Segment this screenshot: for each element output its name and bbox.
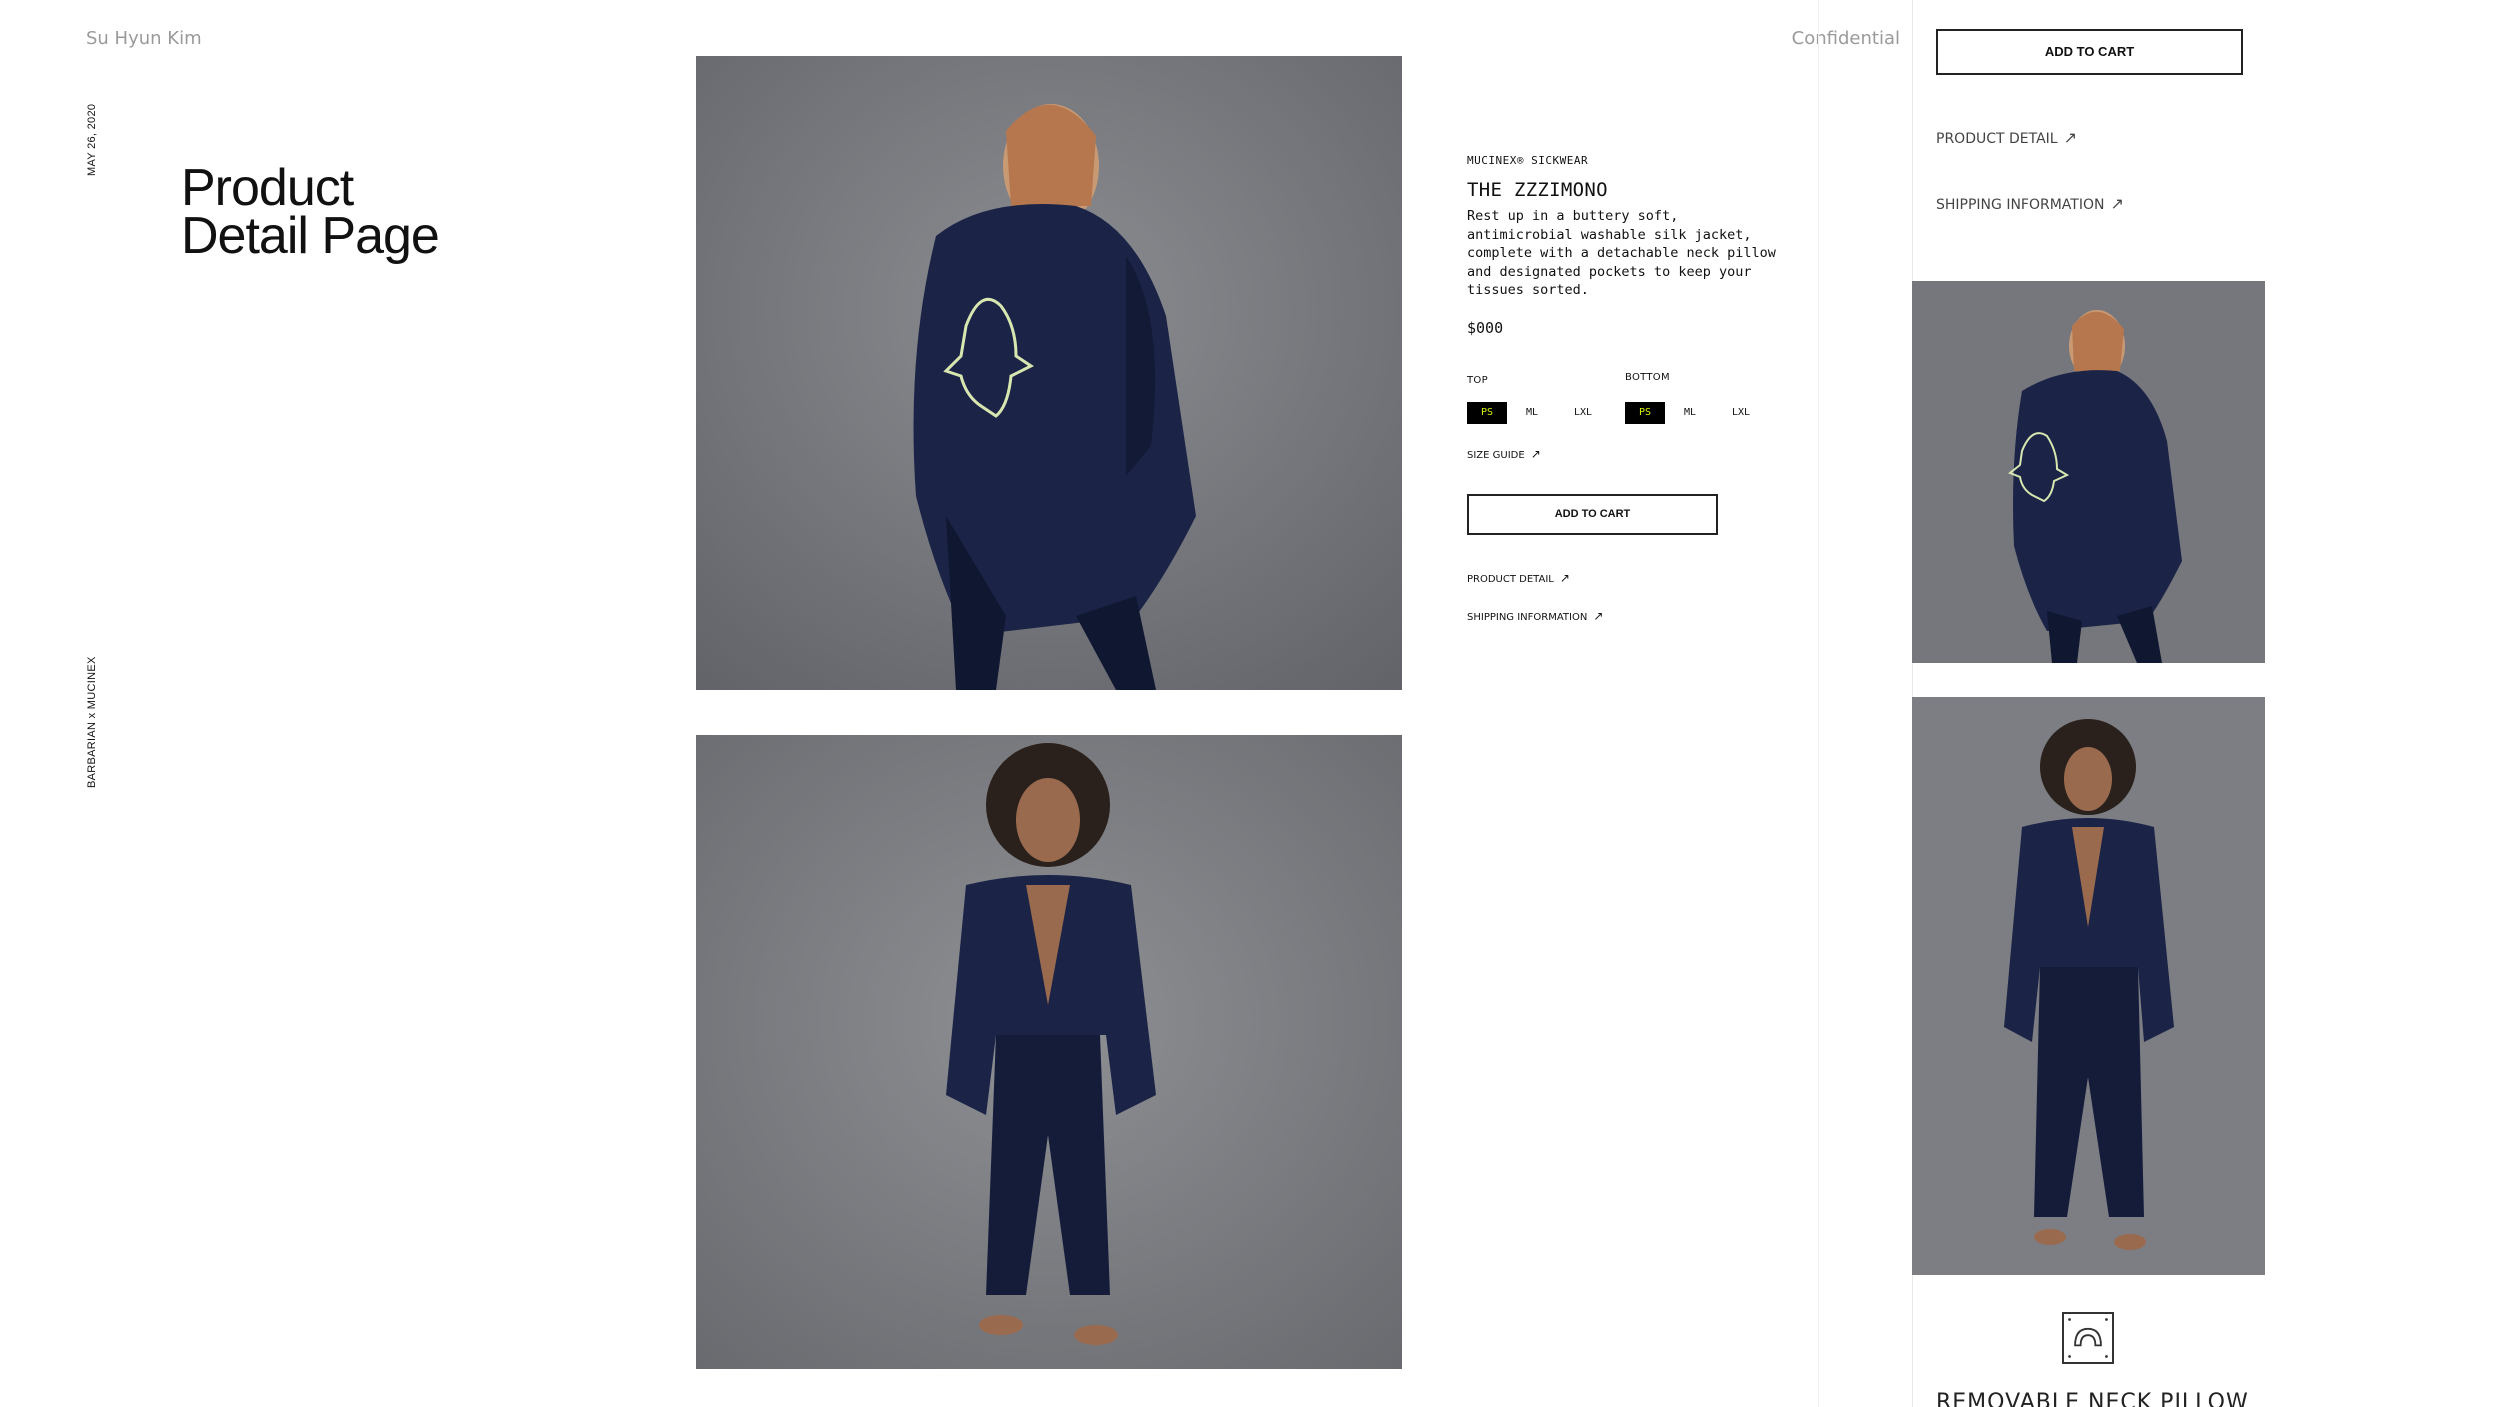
- shipping-information-link[interactable]: SHIPPING INFORMATION ↗: [1467, 609, 1603, 623]
- top-size-label: TOP: [1467, 375, 1488, 386]
- neck-pillow-icon: [2062, 1312, 2114, 1364]
- mobile-add-to-cart-button[interactable]: ADD TO CART: [1936, 29, 2243, 75]
- product-photo-front: [696, 735, 1402, 1369]
- mobile-shipping-information-label: SHIPPING INFORMATION: [1936, 197, 2105, 213]
- product-detail-link[interactable]: PRODUCT DETAIL ↗: [1467, 571, 1570, 585]
- add-to-cart-button[interactable]: ADD TO CART: [1467, 494, 1718, 535]
- author-name: Su Hyun Kim: [86, 28, 202, 49]
- mobile-product-detail-label: PRODUCT DETAIL: [1936, 131, 2058, 147]
- mobile-product-photo-back: [1912, 281, 2265, 663]
- page-title-line-2: Detail Page: [181, 207, 440, 265]
- mobile-shipping-information-link[interactable]: SHIPPING INFORMATION ↗: [1936, 194, 2124, 213]
- page-title-line-1: Product: [181, 159, 354, 217]
- bottom-size-lxl[interactable]: LXL: [1726, 402, 1756, 424]
- product-description: Rest up in a buttery soft, antimicrobial…: [1467, 208, 1776, 298]
- product-brand: MUCINEX® SICKWEAR: [1467, 154, 1589, 167]
- product-photo-back: [696, 56, 1402, 690]
- size-guide-label: SIZE GUIDE: [1467, 450, 1525, 461]
- top-size-ps[interactable]: PS: [1467, 402, 1507, 424]
- product-price: $000: [1467, 319, 1504, 337]
- size-guide-link[interactable]: SIZE GUIDE ↗: [1467, 447, 1541, 461]
- date-label: MAY 26, 2020: [86, 103, 98, 176]
- top-size-lxl[interactable]: LXL: [1568, 402, 1598, 424]
- arrow-up-right-icon: ↗: [1593, 609, 1604, 623]
- feature-title: REMOVABLE NECK PILLOW: [1936, 1390, 2249, 1407]
- product-name: THE ZZZIMONO: [1467, 179, 1608, 201]
- product-detail-label: PRODUCT DETAIL: [1467, 574, 1554, 585]
- arrow-up-right-icon: ↗: [2110, 194, 2124, 213]
- column-divider: [1818, 0, 1819, 1407]
- mobile-product-photo-front: [1912, 697, 2265, 1275]
- confidential-label: Confidential: [1791, 28, 1900, 49]
- bottom-size-label: BOTTOM: [1625, 372, 1670, 383]
- brand-collab-label: BARBARIAN x MUCINEX: [86, 656, 98, 788]
- shipping-information-label: SHIPPING INFORMATION: [1467, 612, 1588, 623]
- arrow-up-right-icon: ↗: [1530, 447, 1541, 461]
- page-title: Product Detail Page: [181, 159, 581, 265]
- bottom-size-ml[interactable]: ML: [1678, 402, 1702, 424]
- bottom-size-ps[interactable]: PS: [1625, 402, 1665, 424]
- mobile-product-detail-link[interactable]: PRODUCT DETAIL ↗: [1936, 128, 2077, 147]
- top-size-ml[interactable]: ML: [1520, 402, 1544, 424]
- arrow-up-right-icon: ↗: [1559, 571, 1570, 585]
- arrow-up-right-icon: ↗: [2063, 128, 2077, 147]
